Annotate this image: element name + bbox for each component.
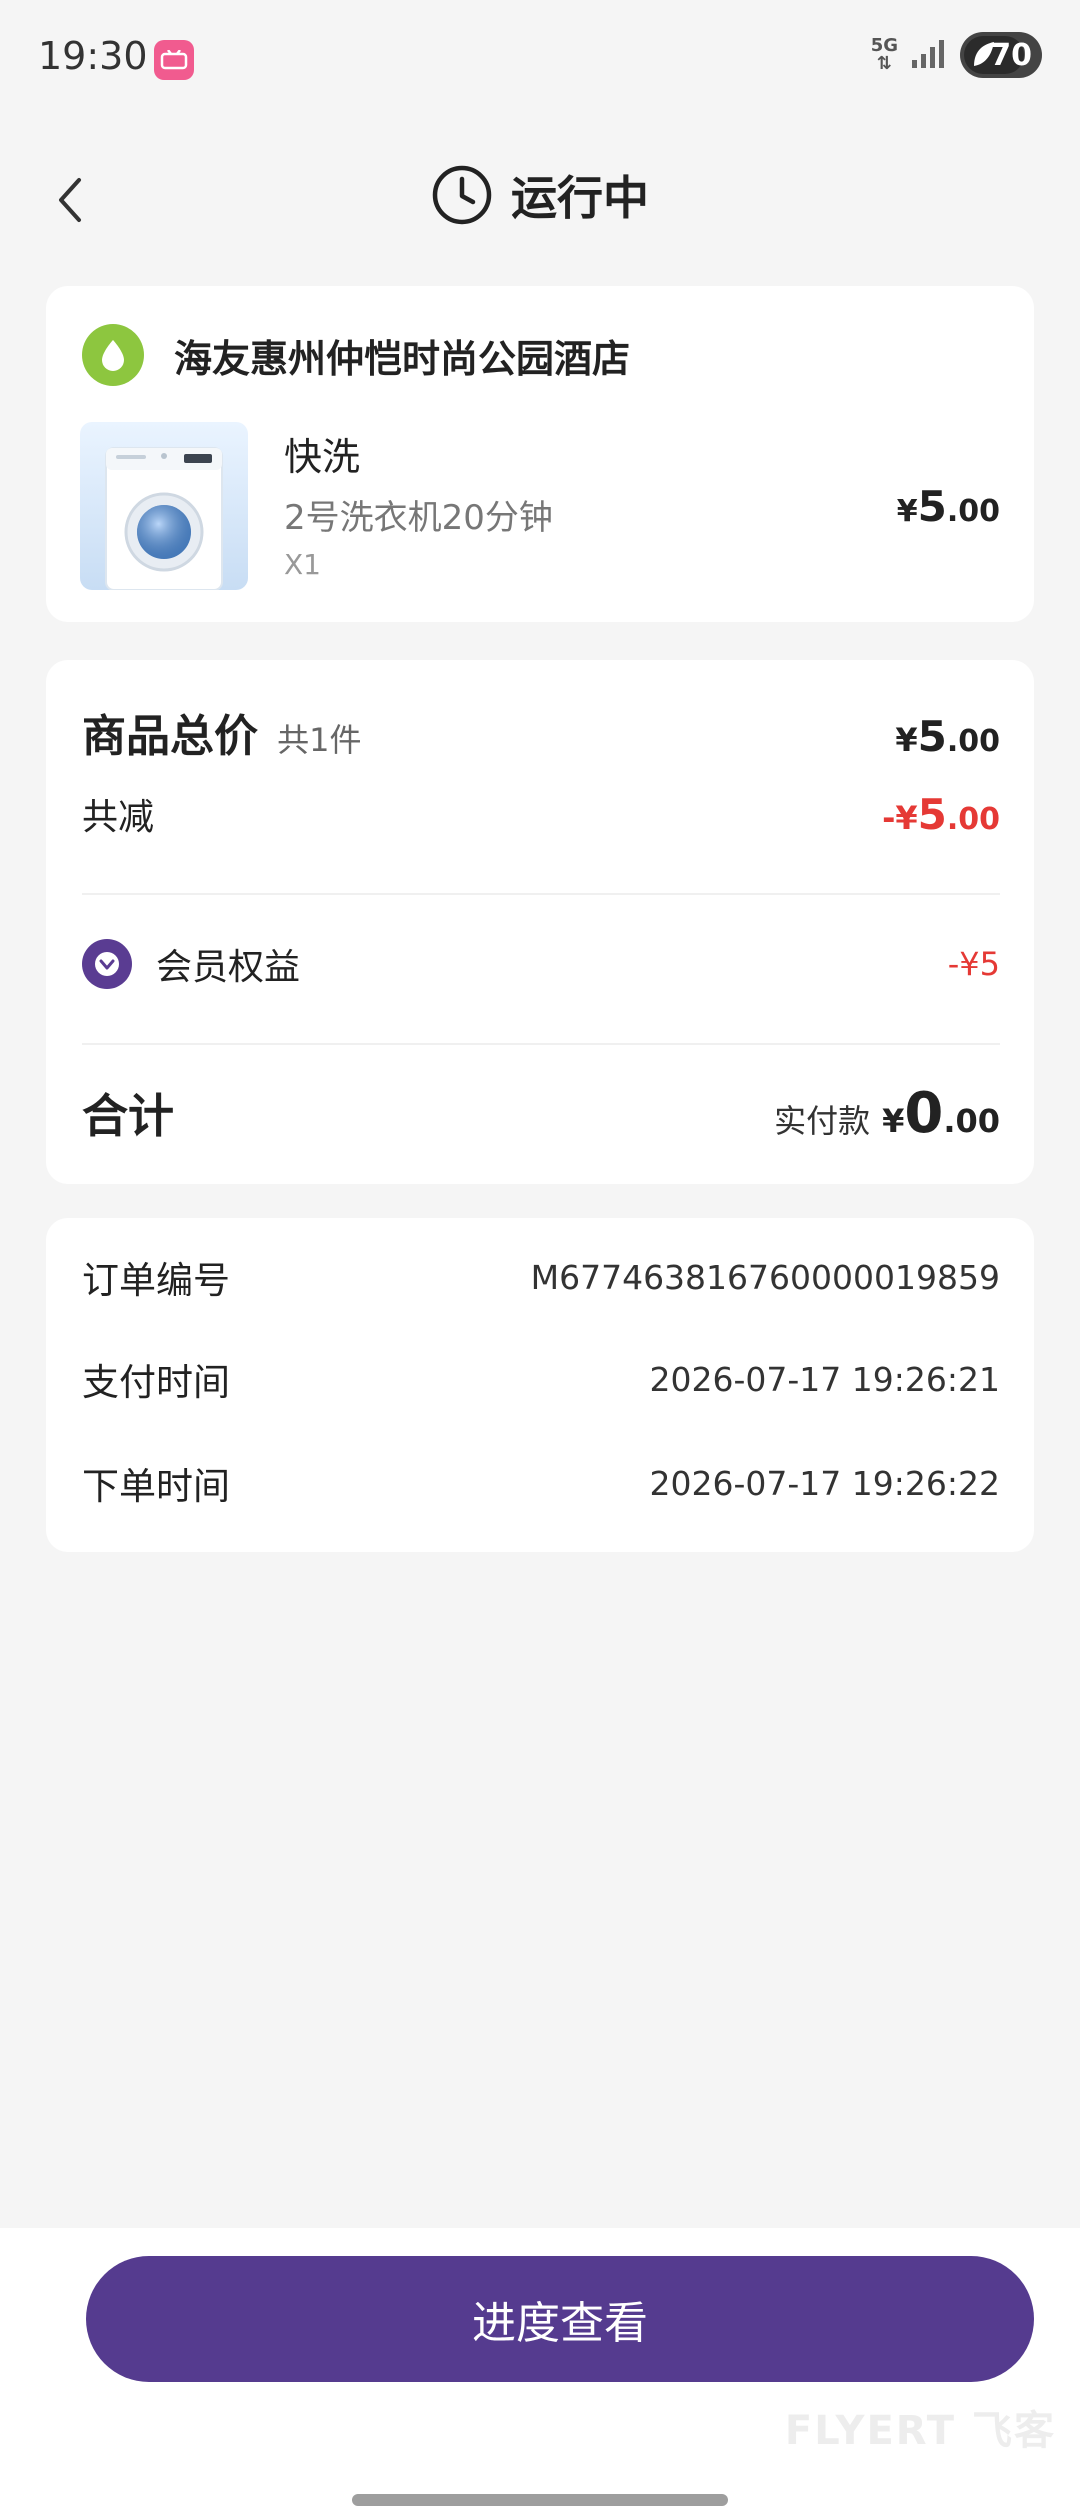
discount-value: -¥5.00 [882, 790, 1000, 839]
view-progress-button[interactable]: 进度查看 [86, 2256, 1034, 2382]
product-name: 快洗 [284, 435, 361, 479]
clock-icon [432, 165, 492, 225]
product-price: ¥5.00 [896, 482, 1000, 531]
member-benefit-value: -¥5 [947, 945, 1000, 983]
order-time-value: 2026-07-17 19:26:22 [649, 1463, 1000, 1503]
bottom-action-bar: 进度查看 FLYERT 飞客 [0, 2228, 1080, 2520]
watermark: FLYERT 飞客 [784, 2408, 1056, 2454]
goods-total-label: 商品总价 [82, 711, 258, 762]
discount-row: 共减 -¥5.00 [82, 788, 1000, 840]
payment-time-row: 支付时间 2026-07-17 19:26:21 [82, 1352, 1000, 1406]
home-indicator[interactable] [352, 2494, 728, 2506]
order-number-row: 订单编号 M677463816760000019859 [82, 1250, 1000, 1304]
store-name: 海友惠州仲恺时尚公园酒店 [174, 337, 631, 381]
order-number-label: 订单编号 [82, 1259, 230, 1302]
goods-total-value: ¥5.00 [895, 712, 1000, 761]
order-detail-page: 19:30 5G ⇅ 70 运行中 海友惠州仲恺时尚公园酒店 快洗 2号洗衣机2… [0, 0, 1080, 2520]
total-label: 合计 [82, 1089, 174, 1143]
order-info-card: 订单编号 M677463816760000019859 支付时间 2026-07… [46, 1218, 1034, 1552]
goods-total-row: 商品总价 共1件 ¥5.00 [82, 700, 1000, 764]
status-bar: 19:30 5G ⇅ 70 [0, 0, 1080, 120]
store-logo-icon [82, 324, 144, 386]
divider [82, 1043, 1000, 1045]
total-row: 合计 实付款 ¥0.00 [82, 1080, 1000, 1146]
battery-level: 70 [990, 37, 1032, 73]
battery-indicator: 70 [960, 32, 1042, 78]
page-title: 运行中 [511, 171, 649, 225]
product-quantity: X1 [284, 548, 321, 581]
status-icons: 5G ⇅ 70 [871, 32, 1042, 78]
washing-machine-image [80, 422, 248, 590]
price-summary-card: 商品总价 共1件 ¥5.00 共减 -¥5.00 会员权益 -¥5 合计 实付款… [46, 660, 1034, 1184]
payment-time-value: 2026-07-17 19:26:21 [649, 1359, 1000, 1399]
paid-amount-value: ¥0.00 [882, 1080, 1000, 1146]
product-description: 2号洗衣机20分钟 [284, 498, 553, 538]
member-benefit-icon [82, 939, 132, 989]
paid-amount-label: 实付款 [774, 1101, 871, 1140]
bilibili-app-icon [154, 40, 194, 80]
member-benefit-row[interactable]: 会员权益 -¥5 [82, 938, 1000, 990]
order-number-value[interactable]: M677463816760000019859 [531, 1258, 1000, 1297]
store-card: 海友惠州仲恺时尚公园酒店 快洗 2号洗衣机20分钟 X1 ¥5.00 [46, 286, 1034, 622]
order-time-row: 下单时间 2026-07-17 19:26:22 [82, 1456, 1000, 1510]
signal-icon [912, 38, 946, 72]
member-benefit-label: 会员权益 [156, 947, 301, 988]
order-time-label: 下单时间 [82, 1465, 230, 1508]
payment-time-label: 支付时间 [82, 1361, 230, 1404]
divider [82, 893, 1000, 895]
goods-count: 共1件 [277, 721, 362, 759]
discount-label: 共减 [82, 797, 155, 838]
status-time: 19:30 [38, 34, 148, 78]
page-header: 运行中 [0, 150, 1080, 240]
network-5g-icon: 5G ⇅ [870, 35, 898, 74]
